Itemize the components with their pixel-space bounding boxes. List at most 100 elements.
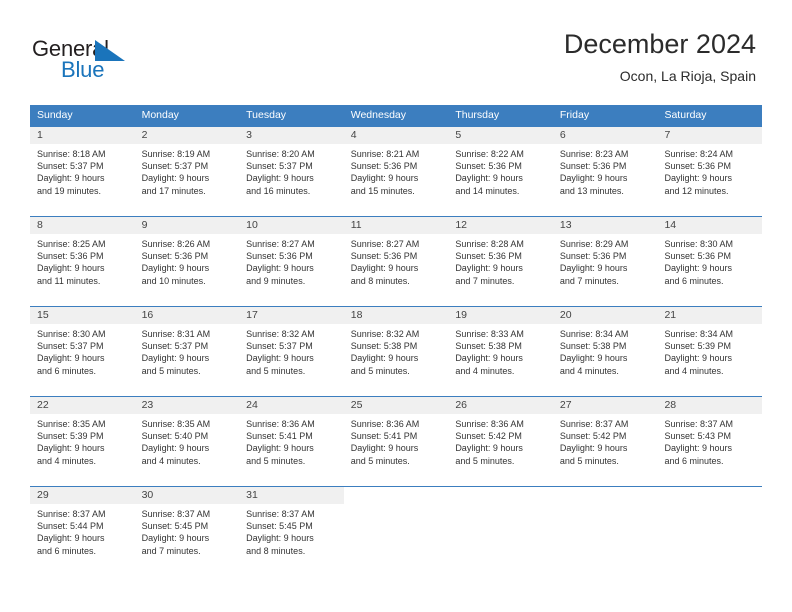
day-cell[interactable]: 7 Sunrise: 8:24 AM Sunset: 5:36 PM Daylight… bbox=[657, 127, 763, 215]
week-row: 15 Sunrise: 8:30 AM Sunset: 5:37 PM Dayligh… bbox=[30, 306, 763, 395]
week-row: 22 Sunrise: 8:35 AM Sunset: 5:39 PM Dayligh… bbox=[30, 396, 763, 485]
day-cell[interactable]: 3 Sunrise: 8:20 AM Sunset: 5:37 PM Daylight… bbox=[239, 127, 344, 215]
weekday-header-row: Sunday Monday Tuesday Wednesday Thursday… bbox=[30, 105, 762, 126]
day-details: Sunrise: 8:34 AM Sunset: 5:38 PM Daylight:… bbox=[553, 324, 658, 377]
day-details: Sunrise: 8:37 AM Sunset: 5:43 PM Daylight:… bbox=[657, 414, 762, 467]
day-cell[interactable]: 5 Sunrise: 8:22 AM Sunset: 5:36 PM Daylight… bbox=[448, 127, 553, 215]
sunset-line: Sunset: 5:40 PM bbox=[141, 431, 209, 442]
weekday-sunday: Sunday bbox=[37, 109, 73, 121]
day-cell[interactable]: 27 Sunrise: 8:37 AM Sunset: 5:42 PM Dayligh… bbox=[552, 397, 658, 485]
day-number: 15 bbox=[30, 307, 135, 324]
sunrise-line: Sunrise: 8:37 AM bbox=[246, 509, 315, 519]
sunset-line: Sunset: 5:36 PM bbox=[664, 161, 732, 172]
sunrise-line: Sunrise: 8:31 AM bbox=[141, 329, 211, 339]
sunset-line: Sunset: 5:42 PM bbox=[455, 431, 522, 442]
day-cell[interactable]: 29 Sunrise: 8:37 AM Sunset: 5:44 PM Dayligh… bbox=[30, 487, 135, 575]
day-cell[interactable]: 2 Sunrise: 8:19 AM Sunset: 5:37 PM Daylight… bbox=[134, 127, 240, 215]
day-cell[interactable]: 22 Sunrise: 8:35 AM Sunset: 5:39 PM Dayligh… bbox=[30, 397, 135, 485]
daylight-line-2: and 7 minutes. bbox=[141, 545, 201, 556]
daylight-line-2: and 6 minutes. bbox=[664, 275, 724, 286]
day-cell[interactable]: 6 Sunrise: 8:23 AM Sunset: 5:36 PM Daylight… bbox=[552, 127, 658, 215]
weekday-thursday: Thursday bbox=[455, 109, 500, 121]
day-cell[interactable]: 28 Sunrise: 8:37 AM Sunset: 5:43 PM Dayligh… bbox=[657, 397, 763, 485]
day-cell[interactable]: 1 Sunrise: 8:18 AM Sunset: 5:37 PM Daylight… bbox=[30, 127, 135, 215]
sunset-line: Sunset: 5:36 PM bbox=[37, 251, 104, 262]
day-cell[interactable]: 12 Sunrise: 8:28 AM Sunset: 5:36 PM Dayligh… bbox=[448, 217, 553, 305]
sunset-line: Sunset: 5:45 PM bbox=[141, 521, 209, 532]
day-number: 28 bbox=[657, 397, 763, 414]
day-cell[interactable]: 25 Sunrise: 8:36 AM Sunset: 5:41 PM Dayligh… bbox=[343, 397, 449, 485]
day-number: 25 bbox=[343, 397, 449, 414]
day-cell[interactable]: 24 Sunrise: 8:36 AM Sunset: 5:41 PM Dayligh… bbox=[239, 397, 344, 485]
sunset-line: Sunset: 5:41 PM bbox=[246, 431, 313, 442]
day-number: 11 bbox=[343, 217, 449, 234]
daylight-line-2: and 5 minutes. bbox=[246, 365, 306, 376]
daylight-line-2: and 19 minutes. bbox=[37, 185, 102, 196]
day-number: 10 bbox=[239, 217, 344, 234]
sunrise-line: Sunrise: 8:25 AM bbox=[37, 239, 106, 249]
day-cell[interactable]: 8 Sunrise: 8:25 AM Sunset: 5:36 PM Daylight… bbox=[30, 217, 135, 305]
daylight-line-1: Daylight: 9 hours bbox=[664, 353, 733, 364]
day-number: 18 bbox=[343, 307, 449, 324]
sunrise-line: Sunrise: 8:18 AM bbox=[37, 149, 106, 159]
daylight-line-2: and 5 minutes. bbox=[455, 455, 515, 466]
sunrise-line: Sunrise: 8:35 AM bbox=[37, 419, 106, 429]
sunset-line: Sunset: 5:41 PM bbox=[350, 431, 418, 442]
day-cell[interactable]: 23 Sunrise: 8:35 AM Sunset: 5:40 PM Dayligh… bbox=[134, 397, 240, 485]
daylight-line-2: and 4 minutes. bbox=[141, 455, 201, 466]
day-number: 21 bbox=[657, 307, 763, 324]
day-number: 4 bbox=[343, 127, 449, 144]
day-details: Sunrise: 8:23 AM Sunset: 5:36 PM Daylight:… bbox=[553, 144, 658, 197]
day-cell[interactable]: 19 Sunrise: 8:33 AM Sunset: 5:38 PM Dayligh… bbox=[448, 307, 553, 395]
day-details: Sunrise: 8:30 AM Sunset: 5:36 PM Daylight:… bbox=[657, 234, 762, 287]
day-cell[interactable]: 11 Sunrise: 8:27 AM Sunset: 5:36 PM Dayligh… bbox=[343, 217, 449, 305]
general-blue-logo[interactable]: General Blue bbox=[32, 36, 162, 84]
day-number: 2 bbox=[134, 127, 240, 144]
day-cell[interactable]: 21 Sunrise: 8:34 AM Sunset: 5:39 PM Dayligh… bbox=[657, 307, 763, 395]
day-details: Sunrise: 8:30 AM Sunset: 5:37 PM Daylight:… bbox=[30, 324, 135, 377]
daylight-line-1: Daylight: 9 hours bbox=[455, 173, 523, 184]
sunrise-line: Sunrise: 8:21 AM bbox=[350, 149, 420, 159]
day-cell[interactable]: 9 Sunrise: 8:26 AM Sunset: 5:36 PM Daylight… bbox=[134, 217, 240, 305]
daylight-line-1: Daylight: 9 hours bbox=[350, 353, 419, 364]
sunrise-line: Sunrise: 8:36 AM bbox=[350, 419, 420, 429]
day-cell[interactable]: 15 Sunrise: 8:30 AM Sunset: 5:37 PM Dayligh… bbox=[30, 307, 135, 395]
day-details: Sunrise: 8:22 AM Sunset: 5:36 PM Daylight:… bbox=[448, 144, 553, 197]
daylight-line-2: and 8 minutes. bbox=[350, 275, 410, 286]
daylight-line-2: and 5 minutes. bbox=[559, 455, 619, 466]
day-details: Sunrise: 8:29 AM Sunset: 5:36 PM Daylight:… bbox=[553, 234, 658, 287]
sunset-line: Sunset: 5:37 PM bbox=[37, 341, 104, 352]
day-details: Sunrise: 8:35 AM Sunset: 5:39 PM Daylight:… bbox=[30, 414, 135, 467]
day-cell[interactable]: 20 Sunrise: 8:34 AM Sunset: 5:38 PM Dayligh… bbox=[552, 307, 658, 395]
day-details: Sunrise: 8:32 AM Sunset: 5:38 PM Daylight:… bbox=[344, 324, 449, 377]
sunrise-line: Sunrise: 8:36 AM bbox=[246, 419, 315, 429]
day-details: Sunrise: 8:36 AM Sunset: 5:41 PM Daylight:… bbox=[344, 414, 449, 467]
daylight-line-1: Daylight: 9 hours bbox=[246, 533, 314, 544]
calendar-grid: Sunday Monday Tuesday Wednesday Thursday… bbox=[30, 105, 763, 575]
day-cell[interactable]: 18 Sunrise: 8:32 AM Sunset: 5:38 PM Dayligh… bbox=[343, 307, 449, 395]
weekday-monday: Monday bbox=[141, 109, 179, 121]
day-details: Sunrise: 8:37 AM Sunset: 5:42 PM Daylight:… bbox=[553, 414, 658, 467]
day-cell[interactable]: 17 Sunrise: 8:32 AM Sunset: 5:37 PM Dayligh… bbox=[239, 307, 344, 395]
day-details: Sunrise: 8:35 AM Sunset: 5:40 PM Daylight:… bbox=[135, 414, 240, 467]
daylight-line-2: and 5 minutes. bbox=[350, 455, 410, 466]
day-cell[interactable]: 16 Sunrise: 8:31 AM Sunset: 5:37 PM Dayligh… bbox=[134, 307, 240, 395]
sunrise-line: Sunrise: 8:27 AM bbox=[350, 239, 420, 249]
day-number: 23 bbox=[134, 397, 240, 414]
day-cell[interactable]: 14 Sunrise: 8:30 AM Sunset: 5:36 PM Dayligh… bbox=[657, 217, 763, 305]
day-number bbox=[343, 487, 449, 504]
day-cell[interactable]: 31 Sunrise: 8:37 AM Sunset: 5:45 PM Dayligh… bbox=[239, 487, 344, 575]
daylight-line-1: Daylight: 9 hours bbox=[246, 173, 314, 184]
day-cell[interactable]: 26 Sunrise: 8:36 AM Sunset: 5:42 PM Dayligh… bbox=[448, 397, 553, 485]
day-details: Sunrise: 8:25 AM Sunset: 5:36 PM Daylight:… bbox=[30, 234, 135, 287]
daylight-line-2: and 4 minutes. bbox=[455, 365, 515, 376]
day-cell[interactable]: 4 Sunrise: 8:21 AM Sunset: 5:36 PM Daylight… bbox=[343, 127, 449, 215]
day-number: 6 bbox=[552, 127, 658, 144]
day-cell[interactable]: 10 Sunrise: 8:27 AM Sunset: 5:36 PM Dayligh… bbox=[239, 217, 344, 305]
day-number: 27 bbox=[552, 397, 658, 414]
sunset-line: Sunset: 5:37 PM bbox=[246, 341, 313, 352]
daylight-line-2: and 6 minutes. bbox=[664, 455, 724, 466]
day-cell[interactable]: 13 Sunrise: 8:29 AM Sunset: 5:36 PM Dayligh… bbox=[552, 217, 658, 305]
sunset-line: Sunset: 5:44 PM bbox=[37, 521, 104, 532]
day-cell[interactable]: 30 Sunrise: 8:37 AM Sunset: 5:45 PM Dayligh… bbox=[134, 487, 240, 575]
